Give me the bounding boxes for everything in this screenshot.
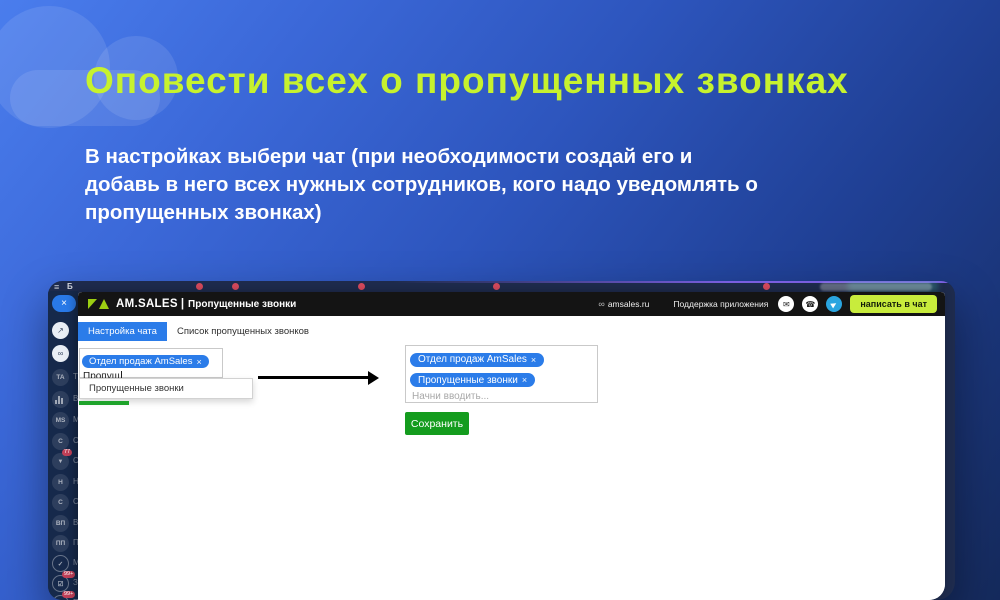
external-link-icon: ↗: [52, 322, 69, 339]
paper-plane-glyph: ▶: [829, 300, 838, 310]
app-modal: AM.SALES | Пропущенные звонки ∞ amsales.…: [78, 292, 945, 600]
modal-title: Пропущенные звонки: [188, 298, 297, 310]
brand-name: AM.SALES: [116, 298, 178, 310]
chat-select-result[interactable]: Отдел продаж AmSales × Пропущенные звонк…: [405, 345, 598, 403]
avatar: TA: [52, 369, 69, 386]
close-icon: ×: [61, 298, 67, 309]
selected-chip: Отдел продаж AmSales ×: [410, 352, 545, 367]
notification-dot: [196, 283, 203, 290]
attachment-icon: ∞: [52, 345, 69, 362]
amsales-logo-icon: [88, 299, 109, 309]
chip-label: Отдел продаж AmSales: [418, 354, 527, 365]
tab-bar: Настройка чата Список пропущенных звонко…: [78, 322, 319, 341]
selected-chip: Пропущенные звонки ×: [410, 373, 536, 387]
notification-dot: [493, 283, 500, 290]
background-window-title: Б: [67, 282, 73, 291]
avatar: ВП: [52, 515, 69, 532]
chip-label: Отдел продаж AmSales: [89, 356, 193, 367]
app-header: AM.SALES | Пропущенные звонки ∞ amsales.…: [78, 292, 945, 316]
support-link[interactable]: Поддержка приложения: [673, 299, 768, 309]
input-placeholder: Начни вводить...: [412, 391, 490, 402]
page: Оповести всех о пропущенных звонках В на…: [0, 0, 1000, 600]
tab-chat-settings[interactable]: Настройка чата: [78, 322, 167, 341]
unread-badge: 99+: [62, 591, 76, 598]
chip-label: Пропущенные звонки: [418, 374, 518, 386]
avatar: MS: [52, 412, 69, 429]
chip-remove-icon[interactable]: ×: [531, 355, 536, 365]
chat-sidebar: × ↗ ∞ TA T В MS М С С ▼ 77 С Н Н С С ВП …: [48, 291, 80, 600]
suggestion-dropdown: Пропущенные звонки: [79, 378, 253, 399]
blurred-searchbar: [820, 283, 932, 291]
site-link[interactable]: amsales.ru: [608, 299, 650, 309]
chip-remove-icon[interactable]: ×: [522, 375, 527, 385]
modal-body: Настройка чата Список пропущенных звонко…: [78, 316, 945, 600]
unread-badge: 77: [62, 449, 73, 456]
mail-icon[interactable]: ✉: [778, 296, 795, 312]
check-circle-icon: ✓: [52, 555, 69, 572]
avatar: Н: [52, 474, 69, 491]
page-title: Оповести всех о пропущенных звонках: [85, 60, 849, 101]
selected-chip: Отдел продаж AmSales ×: [82, 355, 209, 368]
write-to-chat-button[interactable]: написать в чат: [850, 295, 937, 313]
header-actions: ∞ amsales.ru Поддержка приложения ✉ ☎ ▶ …: [598, 295, 937, 313]
link-icon: ∞: [598, 299, 605, 309]
suggestion-item[interactable]: Пропущенные звонки: [89, 383, 184, 394]
progress-bar: [79, 401, 129, 405]
brand-divider: |: [180, 298, 185, 310]
avatar: ПП: [52, 535, 69, 552]
avatar: С: [52, 494, 69, 511]
telegram-icon[interactable]: ▶: [826, 296, 843, 312]
unread-badge: 99+: [62, 571, 76, 578]
page-description: В настройках выбери чат (при необходимос…: [85, 145, 758, 224]
chat-select-input[interactable]: Отдел продаж AmSales × Пропущ: [79, 348, 223, 382]
app-screenshot-window: ≡ Б × ↗ ∞ TA T В MS М С С ▼ 77 С Н Н С С…: [48, 281, 955, 600]
save-button[interactable]: Сохранить: [405, 412, 469, 435]
phone-icon[interactable]: ☎: [802, 296, 819, 312]
chart-icon: [52, 391, 69, 408]
arrow-right-icon: [258, 370, 379, 385]
notification-dot: [358, 283, 365, 290]
chip-remove-icon[interactable]: ×: [196, 357, 201, 367]
notification-dot: [763, 283, 770, 290]
tab-missed-calls-list[interactable]: Список пропущенных звонков: [167, 322, 319, 341]
notification-dot: [232, 283, 239, 290]
close-button[interactable]: ×: [52, 295, 76, 312]
avatar: С: [52, 433, 69, 450]
